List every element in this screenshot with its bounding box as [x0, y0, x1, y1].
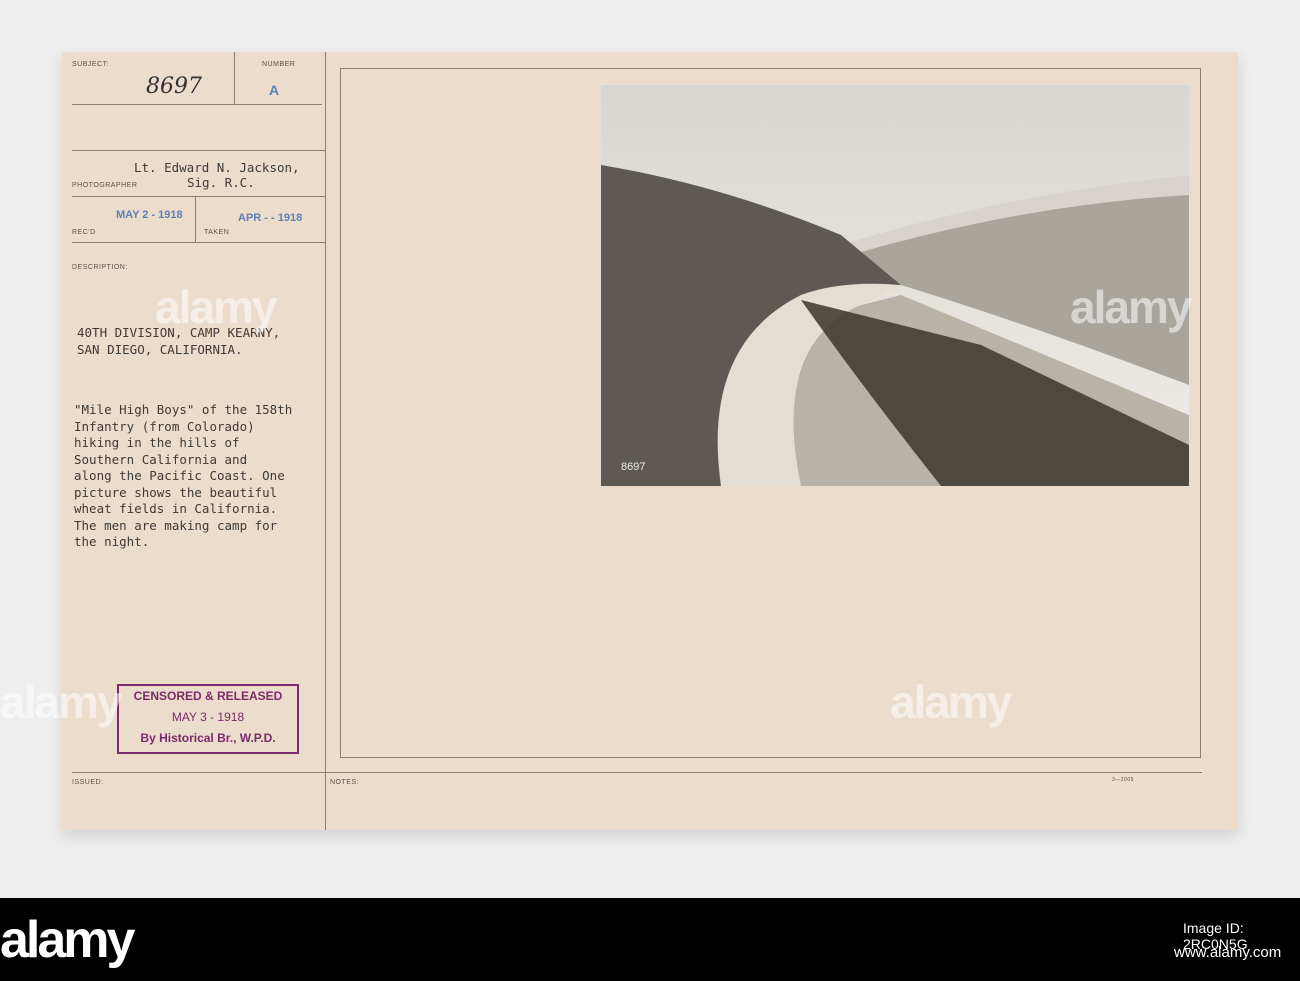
censored-stamp: CENSORED & RELEASED MAY 3 - 1918 By Hist…	[117, 684, 299, 754]
subject-label: SUBJECT:	[72, 61, 110, 68]
divider	[72, 104, 322, 105]
photo-number: 8697	[621, 461, 645, 473]
divider	[195, 196, 196, 242]
divider	[72, 196, 325, 197]
divider	[325, 52, 326, 830]
site-url[interactable]: www.alamy.com	[1174, 944, 1281, 961]
form-code: 3—2005	[1112, 777, 1134, 783]
divider	[72, 242, 325, 243]
stamp-line: By Historical Br., W.P.D.	[140, 731, 276, 745]
stamp-line: CENSORED & RELEASED	[133, 689, 283, 703]
divider	[72, 772, 1202, 773]
description-label: DESCRIPTION:	[72, 264, 128, 271]
received-date: MAY 2 - 1918	[116, 209, 183, 221]
stamp-date: MAY 3 - 1918	[171, 710, 245, 724]
issued-label: ISSUED:	[72, 779, 104, 786]
watermark: alamy	[1070, 281, 1192, 333]
taken-date: APR - - 1918	[238, 212, 303, 224]
received-label: REC'D	[72, 229, 96, 236]
photographer-label: PHOTOGRAPHER	[72, 182, 138, 189]
taken-label: TAKEN	[204, 229, 230, 236]
divider	[72, 150, 325, 151]
footer-bar: alamy Image ID: 2RC0N5G www.alamy.com	[0, 898, 1300, 981]
watermark: alamy	[890, 676, 1012, 728]
watermark: alamy	[155, 281, 277, 333]
divider	[234, 52, 235, 104]
number-label: NUMBER	[262, 61, 296, 68]
notes-label: NOTES:	[330, 779, 360, 786]
photographer-unit: Sig. R.C.	[187, 175, 255, 190]
alamy-logo: alamy	[0, 911, 135, 969]
number-value: A	[269, 82, 280, 98]
subject-number: 8697	[146, 74, 202, 99]
watermark: alamy	[0, 676, 122, 728]
description-text: "Mile High Boys" of the 158th Infantry (…	[74, 402, 293, 549]
